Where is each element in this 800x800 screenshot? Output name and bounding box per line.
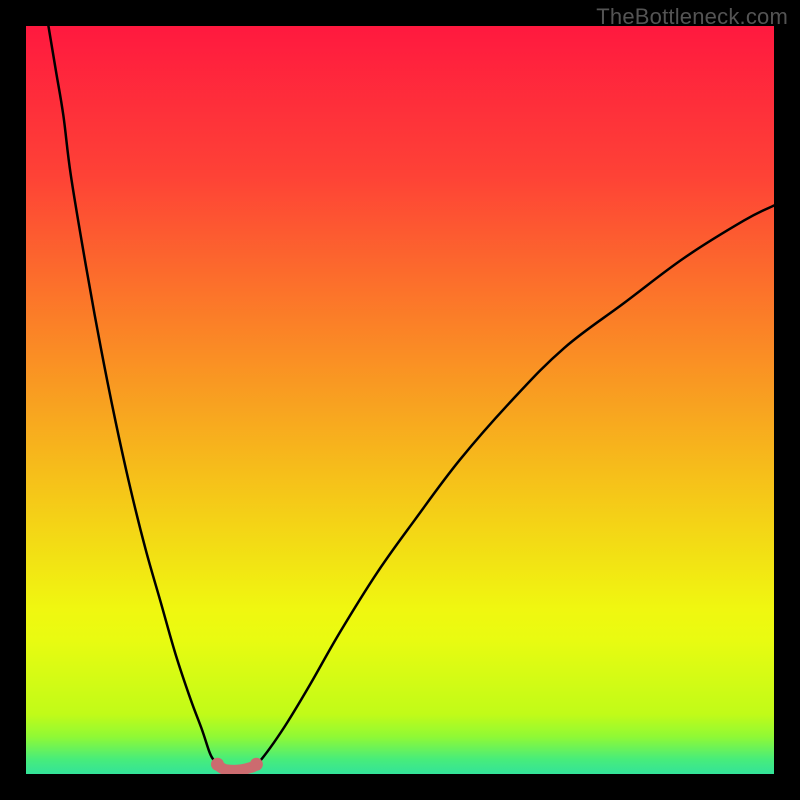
bottleneck-curve-chart (26, 26, 774, 774)
chart-frame: TheBottleneck.com (0, 0, 800, 800)
gradient-background (26, 26, 774, 774)
plot-area (26, 26, 774, 774)
